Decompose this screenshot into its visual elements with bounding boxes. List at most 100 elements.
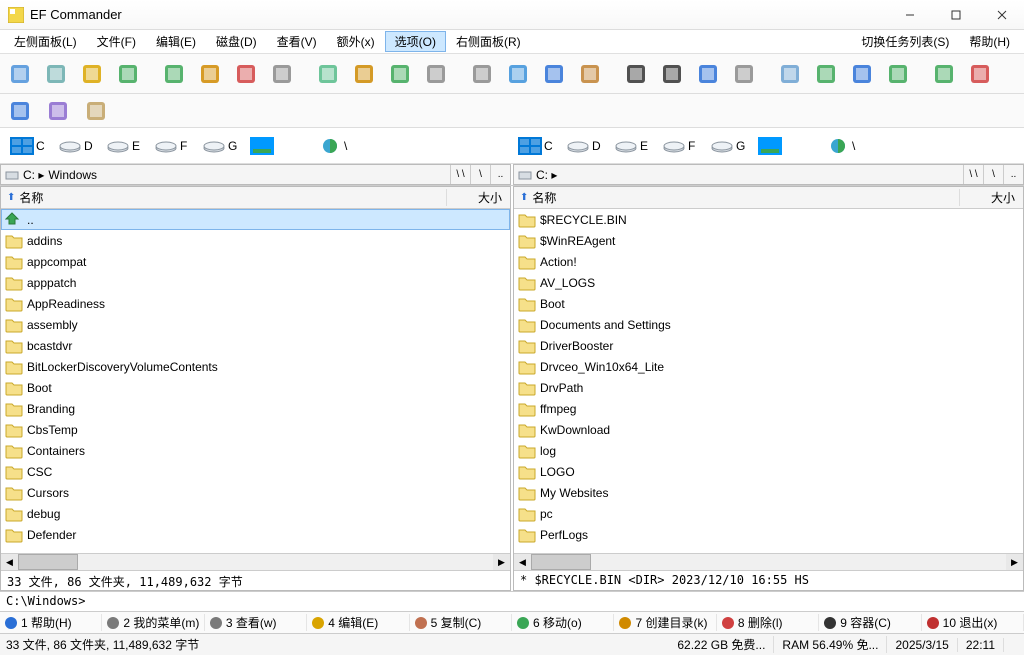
- list-item[interactable]: Cursors: [1, 482, 510, 503]
- path-slash-button[interactable]: \: [470, 165, 490, 184]
- fnkey[interactable]: 1 帮助(H): [0, 614, 102, 631]
- path-root-button[interactable]: \ \: [963, 165, 983, 184]
- list-item[interactable]: pc: [514, 503, 1023, 524]
- list-item[interactable]: $WinREAgent: [514, 230, 1023, 251]
- drive-d[interactable]: D: [54, 135, 98, 157]
- no-entry-button[interactable]: [964, 58, 996, 90]
- list-item[interactable]: Containers: [1, 440, 510, 461]
- replace-button[interactable]: [466, 58, 498, 90]
- edit-button[interactable]: [76, 58, 108, 90]
- list-item[interactable]: LOGO: [514, 461, 1023, 482]
- list-item[interactable]: DriverBooster: [514, 335, 1023, 356]
- new-file-button[interactable]: [112, 58, 144, 90]
- list-item[interactable]: CbsTemp: [1, 419, 510, 440]
- scroll-right-icon[interactable]: ▶: [493, 554, 510, 570]
- list-item[interactable]: KwDownload: [514, 419, 1023, 440]
- scroll-right-icon[interactable]: ▶: [1006, 554, 1023, 570]
- menu-item[interactable]: 磁盘(D): [206, 31, 267, 52]
- list-item[interactable]: PerfLogs: [514, 524, 1023, 545]
- scroll-left-icon[interactable]: ◀: [514, 554, 531, 570]
- list-item[interactable]: addins: [1, 230, 510, 251]
- up-dir-row[interactable]: ..: [1, 209, 510, 230]
- drive-e[interactable]: E: [610, 135, 654, 157]
- music-button[interactable]: [42, 95, 74, 127]
- globe-button[interactable]: [928, 58, 960, 90]
- list-item[interactable]: Boot: [514, 293, 1023, 314]
- copy-button[interactable]: [194, 58, 226, 90]
- list-item[interactable]: ffmpeg: [514, 398, 1023, 419]
- minimize-button[interactable]: [896, 5, 924, 25]
- mail-button[interactable]: [312, 58, 344, 90]
- right-path[interactable]: C: ▸ \ \ \ ..: [513, 164, 1024, 185]
- list-item[interactable]: Defender: [1, 524, 510, 545]
- fnkey[interactable]: 10 退出(x): [922, 614, 1024, 631]
- desktop-button[interactable]: [846, 58, 878, 90]
- drive-g[interactable]: G: [198, 135, 242, 157]
- menu-item[interactable]: 切换任务列表(S): [851, 31, 959, 52]
- path-slash-button[interactable]: \: [983, 165, 1003, 184]
- fnkey[interactable]: 5 复制(C): [410, 614, 512, 631]
- fnkey[interactable]: 7 创建目录(k): [614, 614, 716, 631]
- list-item[interactable]: AppReadiness: [1, 293, 510, 314]
- drive-f[interactable]: F: [150, 135, 194, 157]
- computer-button[interactable]: [692, 58, 724, 90]
- scroll-left-icon[interactable]: ◀: [1, 554, 18, 570]
- drive-desktop[interactable]: [754, 135, 798, 157]
- command-line[interactable]: C:\Windows>: [0, 591, 1024, 611]
- menu-item[interactable]: 编辑(E): [146, 31, 206, 52]
- list-item[interactable]: $RECYCLE.BIN: [514, 209, 1023, 230]
- fnkey[interactable]: 9 容器(C): [819, 614, 921, 631]
- list-item[interactable]: My Websites: [514, 482, 1023, 503]
- list-item[interactable]: Action!: [514, 251, 1023, 272]
- delete-button[interactable]: [230, 58, 262, 90]
- search-button[interactable]: [40, 58, 72, 90]
- drive-c[interactable]: C: [514, 135, 558, 157]
- left-hscroll[interactable]: ◀ ▶: [1, 553, 510, 570]
- sound-button[interactable]: [80, 95, 112, 127]
- menu-item[interactable]: 查看(V): [267, 31, 327, 52]
- list-item[interactable]: assembly: [1, 314, 510, 335]
- close-button[interactable]: [988, 5, 1016, 25]
- drive-network[interactable]: \: [314, 135, 358, 157]
- print-button[interactable]: [266, 58, 298, 90]
- menu-item[interactable]: 选项(O): [385, 31, 446, 52]
- console-button[interactable]: [656, 58, 688, 90]
- fnkey[interactable]: 6 移动(o): [512, 614, 614, 631]
- menu-item[interactable]: 额外(x): [327, 31, 385, 52]
- list-item[interactable]: debug: [1, 503, 510, 524]
- recycle-button[interactable]: [810, 58, 842, 90]
- list-item[interactable]: AV_LOGS: [514, 272, 1023, 293]
- scroll-thumb[interactable]: [531, 554, 591, 570]
- right-column-header[interactable]: ⬆名称 大小: [514, 187, 1023, 209]
- maximize-button[interactable]: [942, 5, 970, 25]
- fnkey[interactable]: 2 我的菜单(m): [102, 614, 204, 631]
- drive-f[interactable]: F: [658, 135, 702, 157]
- path-up-button[interactable]: ..: [1003, 165, 1023, 184]
- info-button[interactable]: [4, 95, 36, 127]
- left-column-header[interactable]: ⬆名称 大小: [1, 187, 510, 209]
- new-folder-button[interactable]: [158, 58, 190, 90]
- drive-e[interactable]: E: [102, 135, 146, 157]
- right-file-list[interactable]: $RECYCLE.BIN$WinREAgentAction!AV_LOGSBoo…: [514, 209, 1023, 553]
- list-item[interactable]: Documents and Settings: [514, 314, 1023, 335]
- drive-g[interactable]: G: [706, 135, 750, 157]
- fnkey[interactable]: 4 编辑(E): [307, 614, 409, 631]
- menu-item[interactable]: 右侧面板(R): [446, 31, 531, 52]
- list-item[interactable]: Boot: [1, 377, 510, 398]
- list-item[interactable]: Drvceo_Win10x64_Lite: [514, 356, 1023, 377]
- left-file-list[interactable]: ..addinsappcompatapppatchAppReadinessass…: [1, 209, 510, 553]
- list-item[interactable]: log: [514, 440, 1023, 461]
- scroll-thumb[interactable]: [18, 554, 78, 570]
- list-item[interactable]: apppatch: [1, 272, 510, 293]
- find-button[interactable]: [420, 58, 452, 90]
- trash-button[interactable]: [774, 58, 806, 90]
- list-item[interactable]: DrvPath: [514, 377, 1023, 398]
- pack-button[interactable]: [348, 58, 380, 90]
- terminal-button[interactable]: [620, 58, 652, 90]
- right-hscroll[interactable]: ◀ ▶: [514, 553, 1023, 570]
- menu-item[interactable]: 帮助(H): [959, 31, 1020, 52]
- menu-item[interactable]: 文件(F): [87, 31, 146, 52]
- tree-button[interactable]: [882, 58, 914, 90]
- sync-button[interactable]: [502, 58, 534, 90]
- drive-desktop[interactable]: [246, 135, 290, 157]
